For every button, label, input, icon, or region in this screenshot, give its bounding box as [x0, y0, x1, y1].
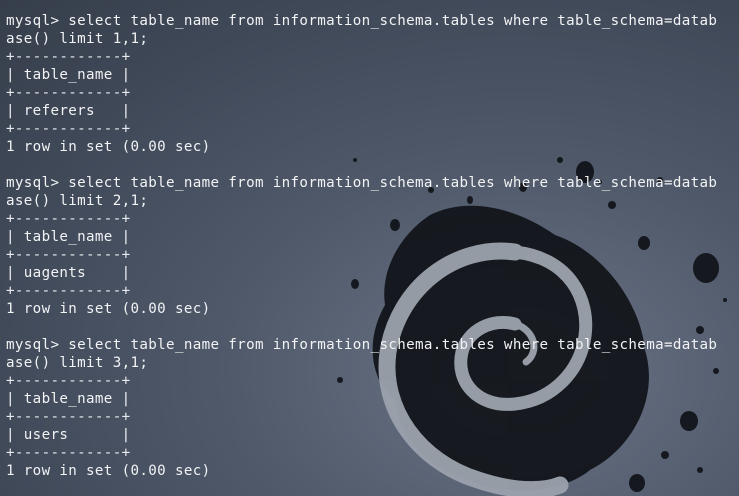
table-border: +------------+	[6, 121, 131, 137]
terminal-output[interactable]: mysql> select table_name from informatio…	[6, 12, 739, 480]
table-header: | table_name |	[6, 67, 131, 83]
table-border: +------------+	[6, 373, 131, 389]
command-line: mysql> select table_name from informatio…	[6, 175, 718, 191]
table-header: | table_name |	[6, 391, 131, 407]
table-row: | referers |	[6, 103, 131, 119]
table-header: | table_name |	[6, 229, 131, 245]
result-summary: 1 row in set (0.00 sec)	[6, 463, 211, 479]
table-border: +------------+	[6, 49, 131, 65]
table-border: +------------+	[6, 445, 131, 461]
result-summary: 1 row in set (0.00 sec)	[6, 139, 211, 155]
command-line: ase() limit 3,1;	[6, 355, 149, 371]
command-line: ase() limit 1,1;	[6, 31, 149, 47]
command-line: mysql> select table_name from informatio…	[6, 13, 718, 29]
table-border: +------------+	[6, 85, 131, 101]
table-border: +------------+	[6, 247, 131, 263]
command-line: ase() limit 2,1;	[6, 193, 149, 209]
table-border: +------------+	[6, 409, 131, 425]
command-line: mysql> select table_name from informatio…	[6, 337, 718, 353]
table-border: +------------+	[6, 283, 131, 299]
table-row: | uagents |	[6, 265, 131, 281]
result-summary: 1 row in set (0.00 sec)	[6, 301, 211, 317]
table-border: +------------+	[6, 211, 131, 227]
table-row: | users |	[6, 427, 131, 443]
